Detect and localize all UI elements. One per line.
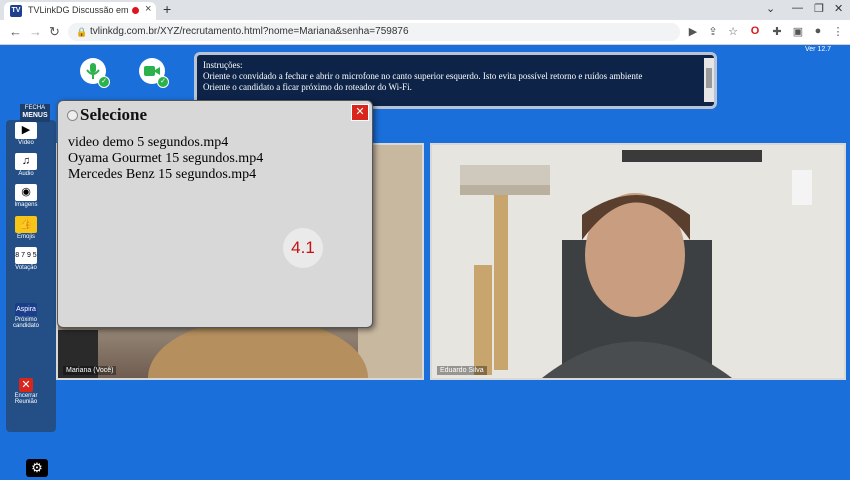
restore-icon[interactable]: ❐ — [814, 2, 824, 15]
lock-icon: 🔒 — [76, 27, 88, 37]
sidebar-item-label: Áudio — [18, 171, 34, 177]
end-meeting-icon: ✕ — [19, 378, 33, 392]
browser-tab-bar: TV TVLinkDG Discussão em Gru × + ⌄ — ❐ ✕ — [0, 0, 850, 20]
media-file-item[interactable]: Mercedes Benz 15 segundos.mp4 — [68, 167, 263, 183]
end-meeting-button[interactable]: ✕ Encerrar Reunião — [8, 378, 44, 405]
instructions-line: Oriente o convidado a fechar e abrir o m… — [203, 71, 643, 81]
version-label: Ver 12.7 — [805, 46, 832, 53]
back-icon[interactable]: ← — [9, 24, 22, 39]
instructions-line: Oriente o candidato a ficar próximo do r… — [203, 82, 412, 92]
remote-video-frame — [432, 145, 844, 378]
tvlink-favicon-icon: TV — [10, 5, 22, 17]
window-close-icon[interactable]: ✕ — [834, 2, 843, 15]
settings-gear-icon[interactable]: ⚙ — [26, 459, 48, 477]
profile-icon[interactable]: ● — [811, 25, 825, 37]
puzzle-icon[interactable]: ✚ — [770, 25, 784, 38]
close-menus-label-2: MENUS — [22, 112, 48, 119]
tab-title: TVLinkDG Discussão em Gru — [28, 5, 128, 15]
sidebar-item-label: Emojis — [16, 234, 35, 240]
minimize-icon[interactable]: — — [792, 2, 803, 14]
dialog-radio-icon — [67, 110, 78, 121]
media-file-item[interactable]: video demo 5 segundos.mp4 — [68, 135, 263, 151]
camera-check-icon: ✓ — [157, 76, 169, 88]
sidebar-item-label: Vídeo — [18, 140, 34, 146]
sidebar-item-voting[interactable]: 8 7 9 5 Votação — [8, 247, 44, 271]
music-icon: ♫ — [15, 153, 37, 170]
remote-video-tile[interactable]: Eduardo Silva — [430, 143, 846, 380]
reload-icon[interactable]: ↻ — [49, 24, 60, 40]
numbers-icon: 8 7 9 5 — [15, 247, 37, 264]
menu-icon[interactable]: ⋮ — [831, 25, 845, 38]
select-media-dialog: Selecione ✕ video demo 5 segundos.mp4 Oy… — [57, 100, 373, 328]
sidebar-item-video[interactable]: ▶ Vídeo — [8, 122, 44, 146]
remote-video-label: Eduardo Silva — [437, 366, 487, 375]
url-text: tvlinkdg.com.br/XYZ/recrutamento.html?no… — [90, 26, 409, 37]
browser-tab[interactable]: TV TVLinkDG Discussão em Gru × — [4, 2, 156, 20]
dialog-close-icon[interactable]: ✕ — [351, 104, 369, 121]
instructions-scrollbar[interactable] — [704, 58, 714, 102]
new-tab-button[interactable]: + — [163, 1, 171, 17]
step-badge: 4.1 — [283, 228, 323, 268]
forward-icon[interactable]: → — [29, 24, 42, 39]
sidebar-item-label: Votação — [15, 265, 37, 271]
media-file-list: video demo 5 segundos.mp4 Oyama Gourmet … — [68, 135, 263, 183]
share-icon[interactable]: ⇪ — [706, 25, 720, 38]
url-field[interactable]: 🔒 tvlinkdg.com.br/XYZ/recrutamento.html?… — [68, 23, 680, 41]
address-bar-row: ← → ↻ 🔒 tvlinkdg.com.br/XYZ/recrutamento… — [0, 20, 850, 45]
instructions-title: Instruções: — [203, 60, 243, 70]
camera-icon[interactable]: ▶ — [686, 25, 700, 38]
star-icon[interactable]: ☆ — [726, 25, 740, 38]
microphone-button[interactable]: ✓ — [80, 58, 110, 88]
film-icon: ▶ — [15, 122, 37, 139]
next-logo-icon: Aspira — [15, 303, 37, 316]
camera-button[interactable]: ✓ — [139, 58, 169, 88]
dialog-title: Selecione — [80, 105, 148, 124]
tab-close-icon[interactable]: × — [145, 3, 151, 15]
close-menus-label: FECHA — [24, 105, 46, 111]
end-label-2: Reunião — [14, 399, 38, 405]
opera-icon[interactable]: O — [748, 25, 762, 37]
thumbs-up-icon: 👍 — [15, 216, 37, 233]
media-file-item[interactable]: Oyama Gourmet 15 segundos.mp4 — [68, 151, 263, 167]
sidebar-item-emojis[interactable]: 👍 Emojis — [8, 216, 44, 240]
mic-check-icon: ✓ — [98, 76, 110, 88]
close-menus-button[interactable]: FECHA MENUS — [20, 104, 50, 122]
eye-icon: ◉ — [15, 184, 37, 201]
tab-search-icon[interactable]: ⌄ — [766, 2, 775, 15]
local-video-label: Mariana (Você) — [63, 366, 117, 375]
sidepanel-icon[interactable]: ▣ — [791, 25, 805, 38]
next-label-2: candidato — [12, 323, 40, 329]
sidebar-item-images[interactable]: ◉ Imagens — [8, 184, 44, 208]
sidebar-item-label: Imagens — [14, 202, 38, 208]
recording-icon — [132, 7, 139, 14]
sidebar-item-audio[interactable]: ♫ Áudio — [8, 153, 44, 177]
next-candidate-button[interactable]: Aspira Próximo candidato — [8, 303, 44, 329]
